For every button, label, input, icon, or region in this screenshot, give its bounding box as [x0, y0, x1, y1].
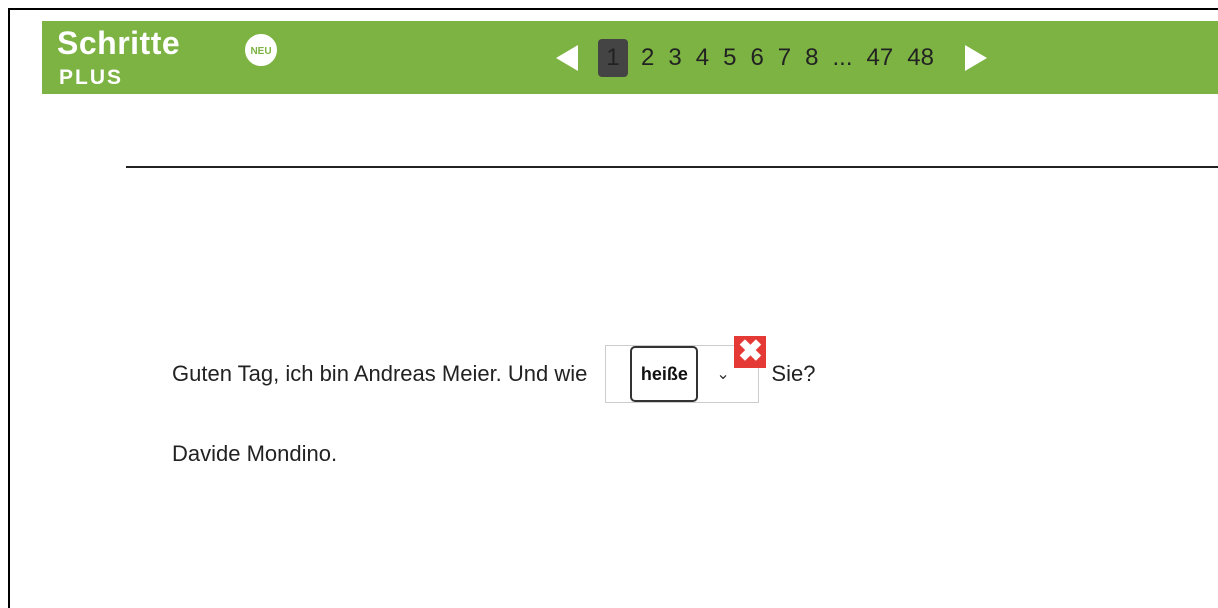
page-link-3[interactable]: 3	[668, 44, 681, 72]
chevron-down-icon[interactable]: ⌄	[716, 364, 729, 384]
selected-answer[interactable]: heiße	[630, 346, 699, 402]
neu-badge: NEU	[245, 34, 277, 66]
answer-dropdown[interactable]: heiße ⌄ ✖	[605, 336, 767, 403]
app-header: Schritte PLUS NEU 1 2 3 4 5 6 7 8 ... 47…	[42, 21, 1218, 94]
logo-title: Schritte	[57, 25, 181, 61]
page-link-6[interactable]: 6	[750, 44, 763, 72]
sentence-text-before: Guten Tag, ich bin Andreas Meier. Und wi…	[172, 361, 588, 386]
page-link-48[interactable]: 48	[907, 44, 934, 72]
page-ellipsis: ...	[832, 43, 853, 71]
divider-line	[126, 166, 1218, 168]
schritte-logo: Schritte PLUS NEU	[57, 25, 277, 88]
page-navigation: 1 2 3 4 5 6 7 8 ... 47 48	[556, 21, 987, 94]
wrong-x-icon: ✖	[734, 336, 767, 368]
page-link-8[interactable]: 8	[805, 44, 818, 72]
sentence-text-after: Sie?	[771, 361, 816, 386]
page-link-4[interactable]: 4	[696, 44, 709, 72]
page-link-5[interactable]: 5	[723, 44, 736, 72]
response-line: Davide Mondino.	[172, 441, 338, 466]
page-link-7[interactable]: 7	[778, 44, 791, 72]
page-link-2[interactable]: 2	[641, 44, 654, 72]
page-link-1[interactable]: 1	[598, 38, 628, 77]
page-frame	[8, 8, 1218, 608]
previous-page-icon[interactable]	[556, 44, 578, 71]
page-link-47[interactable]: 47	[867, 44, 894, 72]
exercise-sentence: Guten Tag, ich bin Andreas Meier. Und wi…	[172, 336, 816, 403]
logo-subtitle: PLUS	[59, 66, 124, 89]
next-page-icon[interactable]	[964, 44, 987, 71]
